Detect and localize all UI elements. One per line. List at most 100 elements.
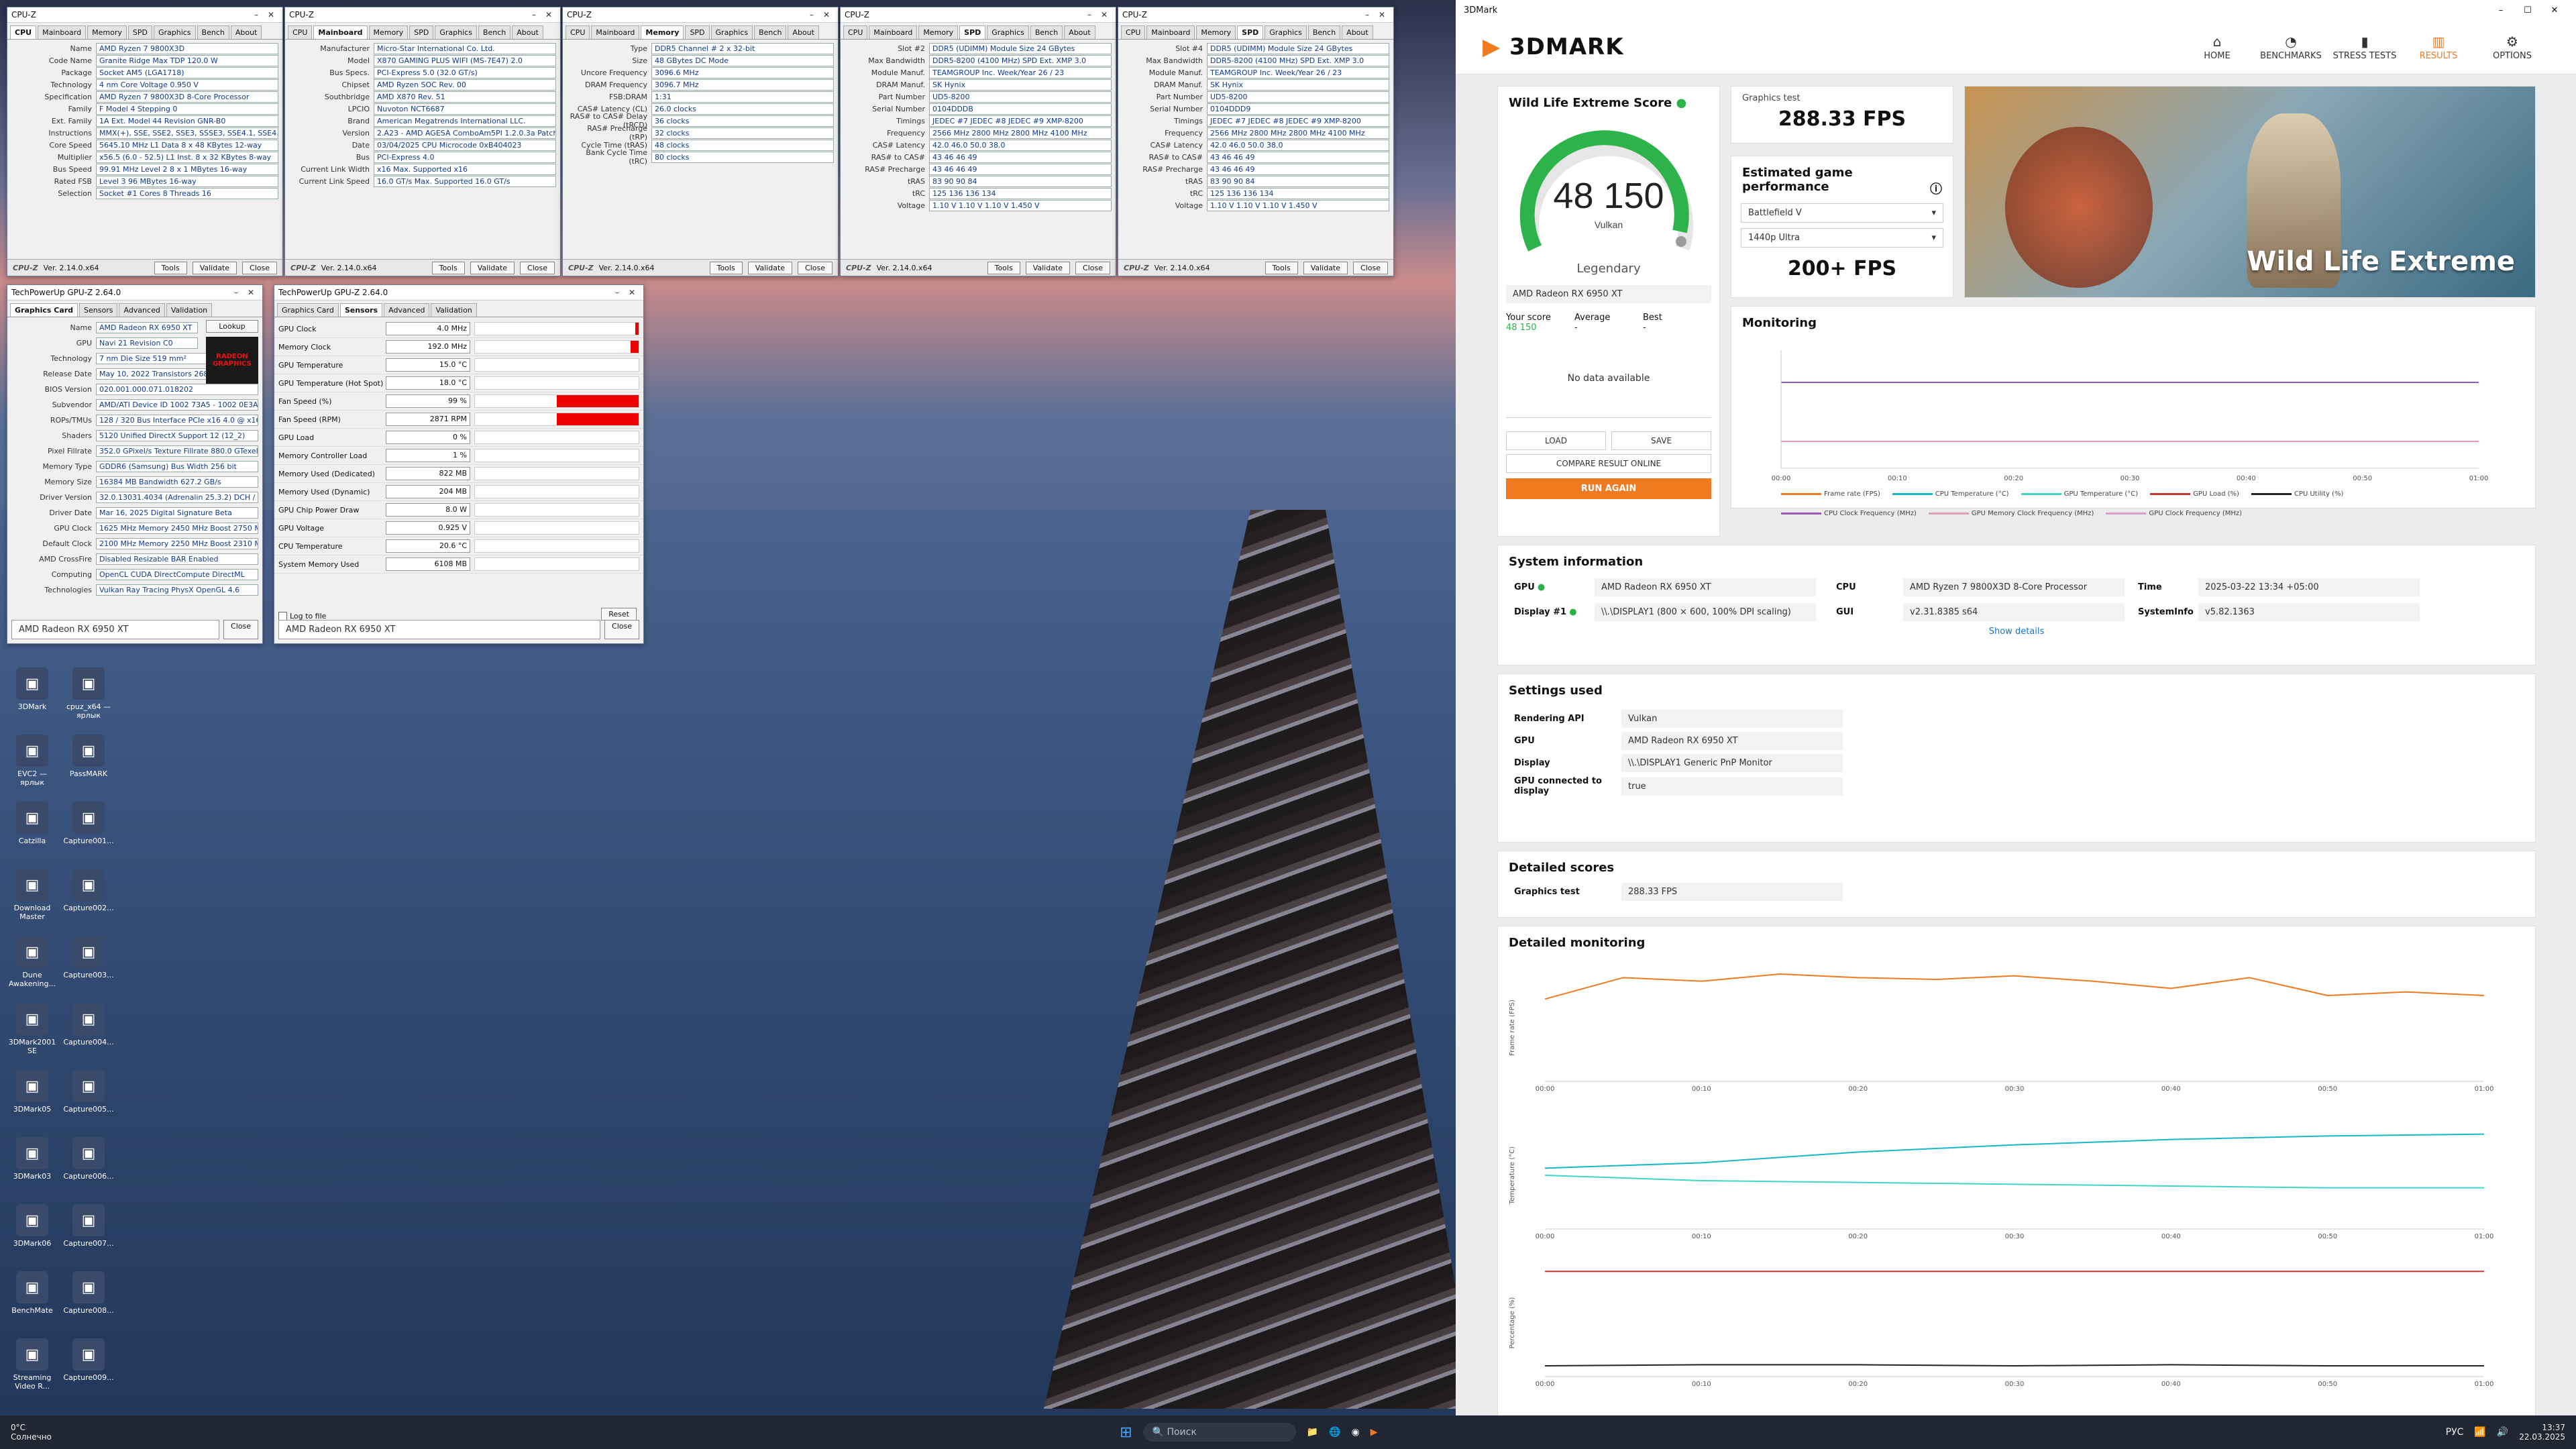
desktop-icon[interactable]: ▣ cpuz_x64 — ярлык [63,667,114,720]
run-again-button[interactable]: RUN AGAIN [1506,478,1711,499]
desktop-icon[interactable]: ▣ Capture008... [63,1271,114,1315]
desktop-icon[interactable]: ▣ Capture007... [63,1204,114,1248]
minimize-icon[interactable]: – [229,288,244,297]
close-icon[interactable]: ✕ [819,10,834,19]
tab-graphics[interactable]: Graphics [153,25,196,39]
tools-button[interactable]: Tools [987,261,1020,274]
tab-mainboard[interactable]: Mainboard [1146,25,1195,39]
close-button[interactable]: Close [242,261,277,274]
tab-about[interactable]: About [1064,25,1095,39]
desktop-icon[interactable]: ▣ Capture006... [63,1137,114,1181]
minimize-icon[interactable]: – [2487,5,2514,15]
tab-validation[interactable]: Validation [166,303,213,317]
tab-about[interactable]: About [512,25,543,39]
tab-mainboard[interactable]: Mainboard [38,25,87,39]
desktop-icon[interactable]: ▣ 3DMark [7,667,58,711]
wifi-icon[interactable]: 📶 [2474,1427,2485,1438]
minimize-icon[interactable]: – [610,288,625,297]
tab-spd[interactable]: SPD [685,25,710,39]
tab-memory[interactable]: Memory [87,25,127,39]
close-icon[interactable]: ✕ [244,288,258,297]
nav-options[interactable]: ⚙ OPTIONS [2475,34,2549,61]
lookup-button[interactable]: Lookup [206,320,258,333]
windows-start-icon[interactable]: ⊞ [1120,1424,1132,1441]
close-button[interactable]: Close [1353,261,1388,274]
game-select[interactable]: Battlefield V ▾ [1741,203,1943,223]
tab-validation[interactable]: Validation [431,303,477,317]
tools-button[interactable]: Tools [1265,261,1298,274]
close-button[interactable]: Close [520,261,555,274]
gpuz-close-button[interactable]: Close [223,620,258,639]
tools-button[interactable]: Tools [431,261,465,274]
desktop-icon[interactable]: ▣ Capture009... [63,1338,114,1382]
validate-button[interactable]: Validate [747,261,793,274]
tab-mainboard[interactable]: Mainboard [313,25,368,39]
desktop-icon[interactable]: ▣ Capture003... [63,936,114,979]
desktop-icon[interactable]: ▣ Dune Awakening... [7,936,58,988]
language-indicator[interactable]: РУС [2446,1427,2464,1438]
close-button[interactable]: Close [1075,261,1110,274]
tab-memory[interactable]: Memory [1196,25,1236,39]
edge-icon[interactable]: 🌐 [1329,1427,1340,1438]
tools-button[interactable]: Tools [154,261,187,274]
desktop-icon[interactable]: ▣ Download Master [7,869,58,921]
desktop-icon[interactable]: ▣ Streaming Video R... [7,1338,58,1391]
desktop-icon[interactable]: ▣ Capture004... [63,1003,114,1046]
tab-cpu[interactable]: CPU [566,25,590,39]
tab-spd[interactable]: SPD [409,25,434,39]
3dmark-taskbar-icon[interactable]: ▶ [1371,1427,1378,1438]
clock[interactable]: 13:37 22.03.2025 [2519,1423,2565,1442]
tab-bench[interactable]: Bench [1307,25,1341,39]
tab-about[interactable]: About [1342,25,1373,39]
nav-results[interactable]: ▥ RESULTS [2402,34,2475,61]
tab-graphics-card[interactable]: Graphics Card [277,303,339,317]
desktop-icon[interactable]: ▣ 3DMark05 [7,1070,58,1114]
desktop-icon[interactable]: ▣ 3DMark06 [7,1204,58,1248]
minimize-icon[interactable]: – [804,10,819,19]
sensors-close-button[interactable]: Close [604,620,639,639]
validate-button[interactable]: Validate [192,261,237,274]
explorer-icon[interactable]: 📁 [1307,1427,1318,1438]
nav-home[interactable]: ⌂ HOME [2180,34,2254,61]
desktop-icon[interactable]: ▣ EVC2 — ярлык [7,735,58,787]
quality-select[interactable]: 1440p Ultra ▾ [1741,228,1943,248]
tab-advanced[interactable]: Advanced [384,303,430,317]
tab-graphics[interactable]: Graphics [710,25,753,39]
tab-graphics[interactable]: Graphics [987,25,1029,39]
nav-benchmarks[interactable]: ◔ BENCHMARKS [2254,34,2328,61]
close-icon[interactable]: ✕ [625,288,639,297]
tab-about[interactable]: About [788,25,819,39]
reset-button[interactable]: Reset [601,608,637,621]
show-details-link[interactable]: Show details [1498,627,2535,637]
tab-mainboard[interactable]: Mainboard [591,25,640,39]
tab-bench[interactable]: Bench [478,25,511,39]
tab-about[interactable]: About [230,25,262,39]
tab-spd[interactable]: SPD [127,25,152,39]
tab-graphics-card[interactable]: Graphics Card [10,303,78,317]
tools-button[interactable]: Tools [709,261,743,274]
desktop-icon[interactable]: ▣ 3DMark03 [7,1137,58,1181]
load-button[interactable]: LOAD [1506,431,1606,450]
desktop-icon[interactable]: ▣ Capture005... [63,1070,114,1114]
tab-bench[interactable]: Bench [197,25,229,39]
desktop-icon[interactable]: ▣ Capture002... [63,869,114,912]
desktop-icon[interactable]: ▣ Catzilla [7,802,58,845]
tab-cpu[interactable]: CPU [843,25,868,39]
tab-memory[interactable]: Memory [368,25,409,39]
info-icon[interactable]: ⓘ [1930,180,1942,197]
gpu-selector[interactable]: AMD Radeon RX 6950 XT [11,620,220,639]
tab-sensors[interactable]: Sensors [339,303,383,317]
minimize-icon[interactable]: – [1082,10,1097,19]
tab-cpu[interactable]: CPU [10,25,37,39]
desktop-icon[interactable]: ▣ 3DMark2001 SE [7,1003,58,1055]
minimize-icon[interactable]: – [249,10,264,19]
tab-memory[interactable]: Memory [918,25,959,39]
nav-stress-tests[interactable]: ▮ STRESS TESTS [2328,34,2402,61]
weather-widget[interactable]: 0°C Солнечно [11,1423,52,1442]
tab-cpu[interactable]: CPU [288,25,313,39]
tab-mainboard[interactable]: Mainboard [869,25,918,39]
validate-button[interactable]: Validate [470,261,515,274]
tab-advanced[interactable]: Advanced [119,303,165,317]
validate-button[interactable]: Validate [1025,261,1071,274]
tab-graphics[interactable]: Graphics [435,25,477,39]
